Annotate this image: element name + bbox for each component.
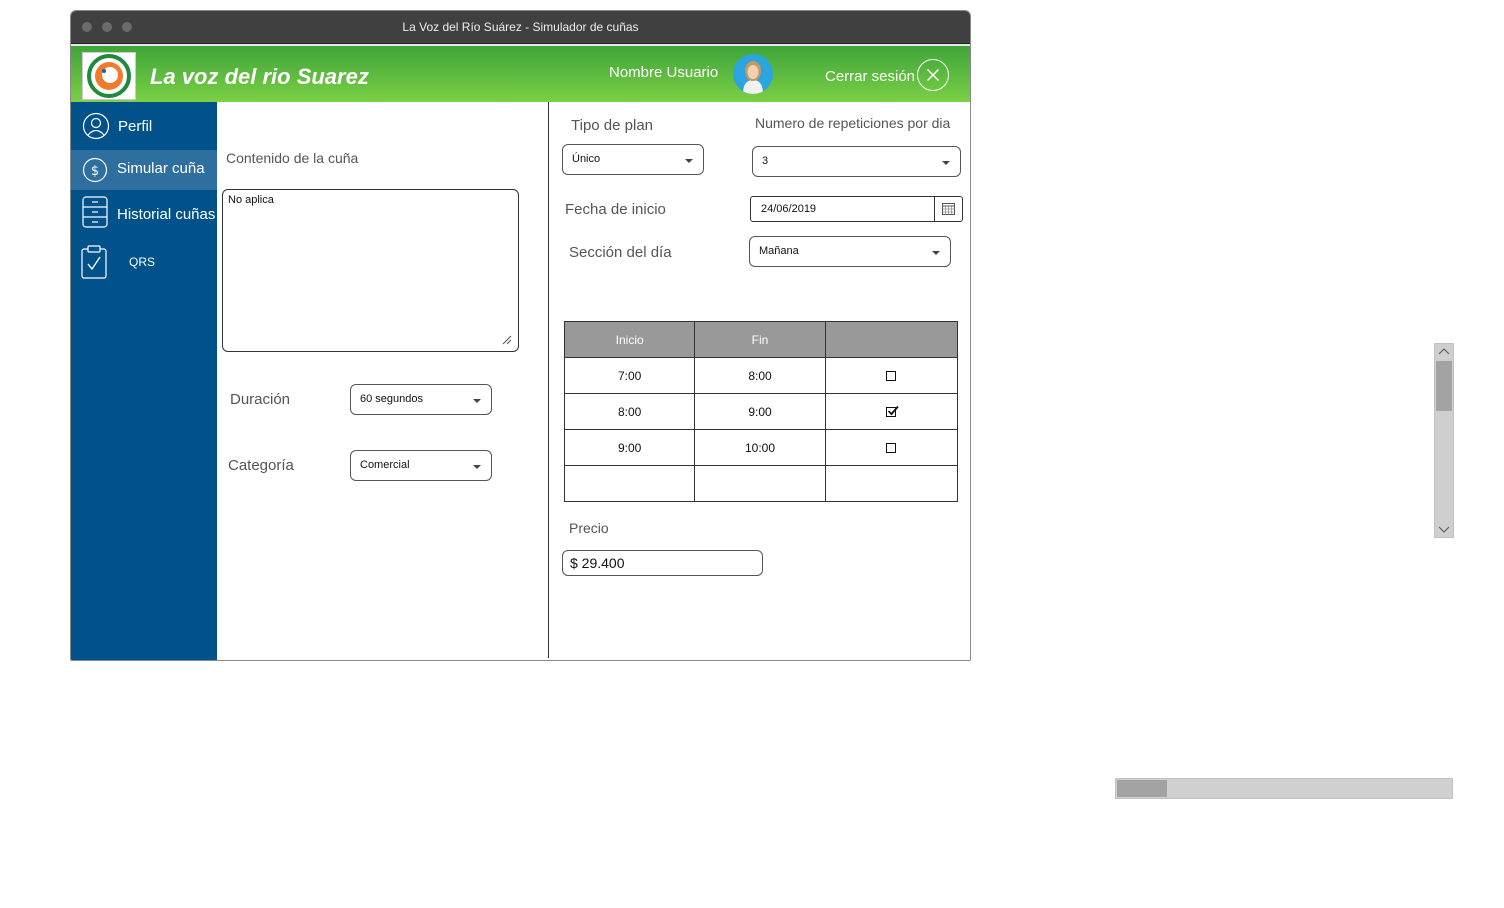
chevron-down-icon — [932, 251, 940, 255]
app-title: La voz del rio Suarez — [150, 64, 369, 89]
repetitions-select[interactable]: 3 — [752, 146, 961, 177]
row-checkbox-cell — [824, 429, 959, 466]
minimize-window-button[interactable] — [102, 22, 112, 32]
duration-value: 60 segundos — [360, 393, 423, 405]
vertical-scrollbar[interactable] — [1434, 343, 1454, 538]
clipboard-check-icon — [80, 245, 108, 283]
scrollbar-thumb[interactable] — [1436, 361, 1452, 411]
chevron-up-icon[interactable] — [1438, 346, 1450, 356]
row-checkbox-checked[interactable] — [886, 406, 900, 418]
table-row: 8:00 9:00 — [563, 393, 959, 430]
chevron-down-icon — [473, 465, 481, 469]
logout-icon[interactable] — [917, 59, 949, 91]
window-title: La Voz del Río Suárez - Simulador de cuñ… — [402, 20, 639, 34]
repetitions-value: 3 — [762, 155, 769, 167]
close-window-button[interactable] — [82, 22, 92, 32]
row-checkbox-cell — [824, 393, 959, 430]
user-icon — [82, 112, 110, 144]
row-checkbox-cell — [824, 357, 959, 394]
maximize-window-button[interactable] — [122, 22, 132, 32]
sidebar-item-simular-cuna[interactable]: $ Simular cuña — [71, 150, 217, 190]
header-select — [824, 321, 959, 358]
row-checkbox[interactable] — [886, 443, 897, 454]
table-row: 9:00 10:00 — [563, 429, 959, 466]
app-window: La Voz del Río Suárez - Simulador de cuñ… — [70, 10, 971, 661]
sidebar: Perfil $ Simular cuña Historial cuñas QR… — [71, 102, 217, 660]
table-row — [563, 465, 959, 502]
sidebar-item-historial-cunas[interactable]: Historial cuñas — [71, 196, 217, 238]
window-titlebar: La Voz del Río Suárez - Simulador de cuñ… — [71, 11, 970, 44]
row-start: 7:00 — [563, 357, 696, 394]
row-checkbox-cell — [824, 465, 959, 502]
duration-label: Duración — [230, 391, 291, 408]
sidebar-item-label: Perfil — [118, 118, 153, 135]
start-date-label: Fecha de inicio — [565, 201, 666, 218]
app-header: La voz del rio Suarez Nombre Usuario Cer… — [71, 44, 970, 102]
content-label: Contenido de la cuña — [226, 150, 359, 166]
content-textarea[interactable]: No aplica — [222, 189, 519, 352]
start-date-value: 24/06/2019 — [761, 203, 817, 215]
svg-text:$: $ — [91, 164, 99, 179]
table-header-row: Inicio Fin — [563, 321, 959, 358]
resize-handle-icon[interactable] — [502, 335, 512, 345]
app-logo — [82, 52, 136, 100]
header-inicio: Inicio — [563, 321, 696, 358]
start-date-input[interactable]: 24/06/2019 — [750, 196, 963, 222]
day-section-label: Sección del día — [569, 244, 672, 261]
header-fin: Fin — [694, 321, 826, 358]
row-start — [563, 465, 696, 502]
row-end — [694, 465, 826, 502]
table-row: 7:00 8:00 — [563, 357, 959, 394]
category-label: Categoría — [228, 457, 294, 474]
sidebar-item-perfil[interactable]: Perfil — [71, 108, 217, 148]
schedule-table: Inicio Fin 7:00 8:00 8:00 9:00 9:00 10:0… — [563, 321, 959, 502]
row-checkbox[interactable] — [886, 371, 897, 382]
sidebar-item-label: Simular cuña — [117, 160, 205, 177]
row-end: 10:00 — [694, 429, 826, 466]
repetitions-label: Numero de repeticiones por dia — [755, 115, 951, 131]
cabinet-icon — [82, 196, 108, 232]
category-value: Comercial — [360, 459, 410, 471]
logout-label[interactable]: Cerrar sesión — [825, 68, 915, 85]
sidebar-item-qrs[interactable]: QRS — [71, 242, 217, 284]
chevron-down-icon — [685, 159, 693, 163]
content-value: No aplica — [228, 194, 274, 206]
dollar-icon: $ — [82, 157, 108, 187]
price-value: $ 29.400 — [570, 555, 625, 571]
category-select[interactable]: Comercial — [350, 450, 492, 481]
plan-type-label: Tipo de plan — [571, 117, 654, 134]
calendar-button[interactable] — [934, 197, 962, 221]
chevron-down-icon — [942, 161, 950, 165]
check-icon — [888, 406, 900, 416]
duration-select[interactable]: 60 segundos — [350, 384, 492, 415]
row-start: 8:00 — [563, 393, 696, 430]
day-section-select[interactable]: Mañana — [749, 236, 951, 267]
user-name: Nombre Usuario — [609, 64, 719, 81]
panel-divider — [548, 102, 549, 658]
chevron-down-icon[interactable] — [1438, 525, 1450, 535]
sidebar-item-label: Historial cuñas — [117, 206, 216, 223]
scrollbar-thumb[interactable] — [1117, 780, 1167, 797]
row-end: 8:00 — [694, 357, 826, 394]
sidebar-item-label: QRS — [129, 255, 156, 269]
day-section-value: Mañana — [759, 245, 799, 257]
chevron-down-icon — [473, 399, 481, 403]
user-avatar[interactable] — [733, 54, 773, 94]
plan-type-value: Único — [572, 153, 601, 165]
plan-type-select[interactable]: Único — [562, 144, 704, 175]
price-label: Precio — [569, 520, 609, 536]
price-field[interactable]: $ 29.400 — [562, 550, 763, 576]
row-end: 9:00 — [694, 393, 826, 430]
calendar-icon — [942, 203, 955, 215]
row-start: 9:00 — [563, 429, 696, 466]
horizontal-scrollbar[interactable] — [1115, 778, 1453, 799]
